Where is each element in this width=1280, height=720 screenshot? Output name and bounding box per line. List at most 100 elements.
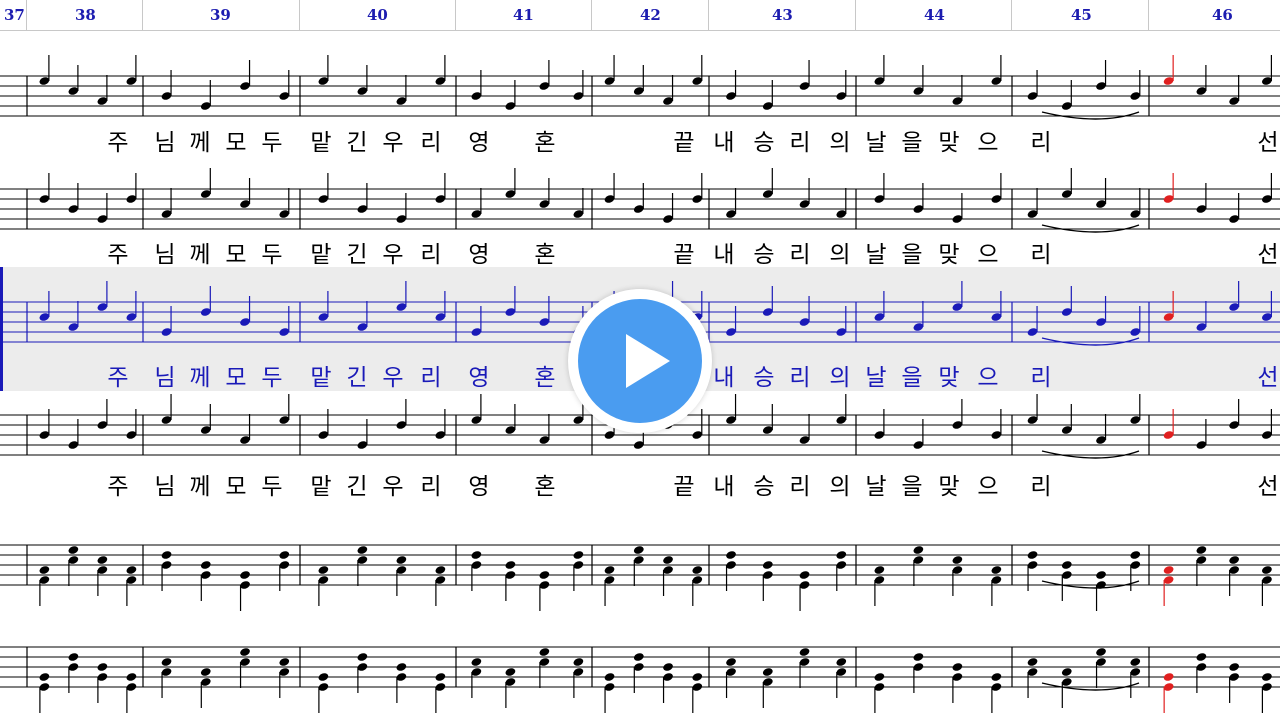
note[interactable] — [1195, 65, 1207, 96]
staff-voice-2[interactable] — [0, 168, 1280, 233]
note[interactable] — [38, 672, 50, 713]
note[interactable] — [161, 394, 173, 425]
note[interactable] — [395, 75, 407, 106]
note[interactable] — [873, 55, 885, 86]
note[interactable] — [799, 178, 811, 209]
note[interactable] — [200, 560, 212, 601]
note[interactable] — [912, 65, 924, 96]
note[interactable] — [835, 188, 847, 219]
note[interactable] — [356, 301, 368, 332]
note[interactable] — [951, 662, 963, 703]
note[interactable] — [990, 291, 1002, 322]
note[interactable] — [161, 188, 173, 219]
note[interactable] — [951, 75, 963, 106]
note[interactable] — [504, 168, 516, 199]
note[interactable] — [799, 414, 811, 445]
note[interactable] — [1027, 188, 1039, 219]
note[interactable] — [951, 281, 963, 312]
staff-piano-left[interactable] — [0, 646, 1280, 713]
note[interactable] — [200, 168, 212, 199]
note[interactable] — [1261, 672, 1273, 713]
note[interactable] — [662, 75, 674, 106]
note[interactable] — [691, 672, 703, 713]
lyric-syllable: 을 — [901, 474, 923, 500]
note[interactable] — [604, 672, 616, 713]
note[interactable] — [434, 672, 446, 713]
note[interactable] — [873, 291, 885, 322]
note[interactable] — [1261, 291, 1273, 322]
note[interactable] — [725, 394, 737, 425]
note[interactable] — [395, 281, 407, 312]
note[interactable] — [1261, 55, 1273, 86]
note[interactable] — [1129, 394, 1141, 425]
note[interactable] — [125, 55, 137, 86]
note[interactable] — [125, 291, 137, 322]
note[interactable] — [125, 672, 137, 713]
lyric-syllable: 주 — [107, 365, 129, 391]
note[interactable] — [239, 414, 251, 445]
note[interactable] — [990, 672, 1002, 713]
note[interactable] — [239, 570, 251, 611]
lyric-syllable: 우 — [382, 242, 404, 268]
note[interactable] — [1195, 301, 1207, 332]
note[interactable] — [317, 291, 329, 322]
note[interactable] — [67, 301, 79, 332]
note[interactable] — [504, 560, 516, 601]
play-button[interactable] — [568, 289, 712, 433]
note[interactable] — [38, 291, 50, 322]
note[interactable] — [538, 178, 550, 209]
note[interactable] — [1228, 281, 1240, 312]
note[interactable] — [278, 394, 290, 425]
note[interactable] — [835, 394, 847, 425]
note[interactable] — [38, 55, 50, 86]
note[interactable] — [504, 404, 516, 435]
note[interactable] — [356, 65, 368, 96]
note[interactable] — [470, 188, 482, 219]
note[interactable] — [1228, 662, 1240, 703]
note[interactable] — [278, 188, 290, 219]
note[interactable] — [538, 570, 550, 611]
note[interactable] — [1095, 178, 1107, 209]
note[interactable] — [1061, 404, 1073, 435]
note[interactable] — [1061, 168, 1073, 199]
note[interactable] — [200, 404, 212, 435]
note[interactable] — [1163, 55, 1175, 86]
note[interactable] — [434, 291, 446, 322]
note[interactable] — [239, 178, 251, 209]
note[interactable] — [1163, 672, 1175, 713]
note[interactable] — [725, 188, 737, 219]
note[interactable] — [1027, 394, 1039, 425]
note[interactable] — [470, 394, 482, 425]
note[interactable] — [538, 414, 550, 445]
note[interactable] — [1129, 188, 1141, 219]
note[interactable] — [990, 55, 1002, 86]
lyric-syllable: 맡 — [310, 365, 332, 391]
note[interactable] — [1163, 291, 1175, 322]
note[interactable] — [317, 672, 329, 713]
staff-voice-1[interactable] — [0, 55, 1280, 120]
note[interactable] — [96, 75, 108, 106]
note[interactable] — [395, 662, 407, 703]
note[interactable] — [604, 55, 616, 86]
note[interactable] — [662, 662, 674, 703]
staff-piano-right[interactable] — [0, 544, 1280, 611]
note[interactable] — [1061, 560, 1073, 601]
note[interactable] — [1095, 414, 1107, 445]
note[interactable] — [434, 55, 446, 86]
note[interactable] — [633, 65, 645, 96]
note[interactable] — [873, 672, 885, 713]
note[interactable] — [96, 281, 108, 312]
note[interactable] — [1095, 570, 1107, 611]
note[interactable] — [762, 560, 774, 601]
note[interactable] — [912, 301, 924, 332]
note[interactable] — [762, 168, 774, 199]
note[interactable] — [762, 404, 774, 435]
note[interactable] — [1228, 75, 1240, 106]
note[interactable] — [317, 55, 329, 86]
note[interactable] — [799, 570, 811, 611]
note[interactable] — [96, 662, 108, 703]
note[interactable] — [572, 188, 584, 219]
lyric-syllable: 우 — [382, 474, 404, 500]
note[interactable] — [691, 55, 703, 86]
note[interactable] — [67, 65, 79, 96]
